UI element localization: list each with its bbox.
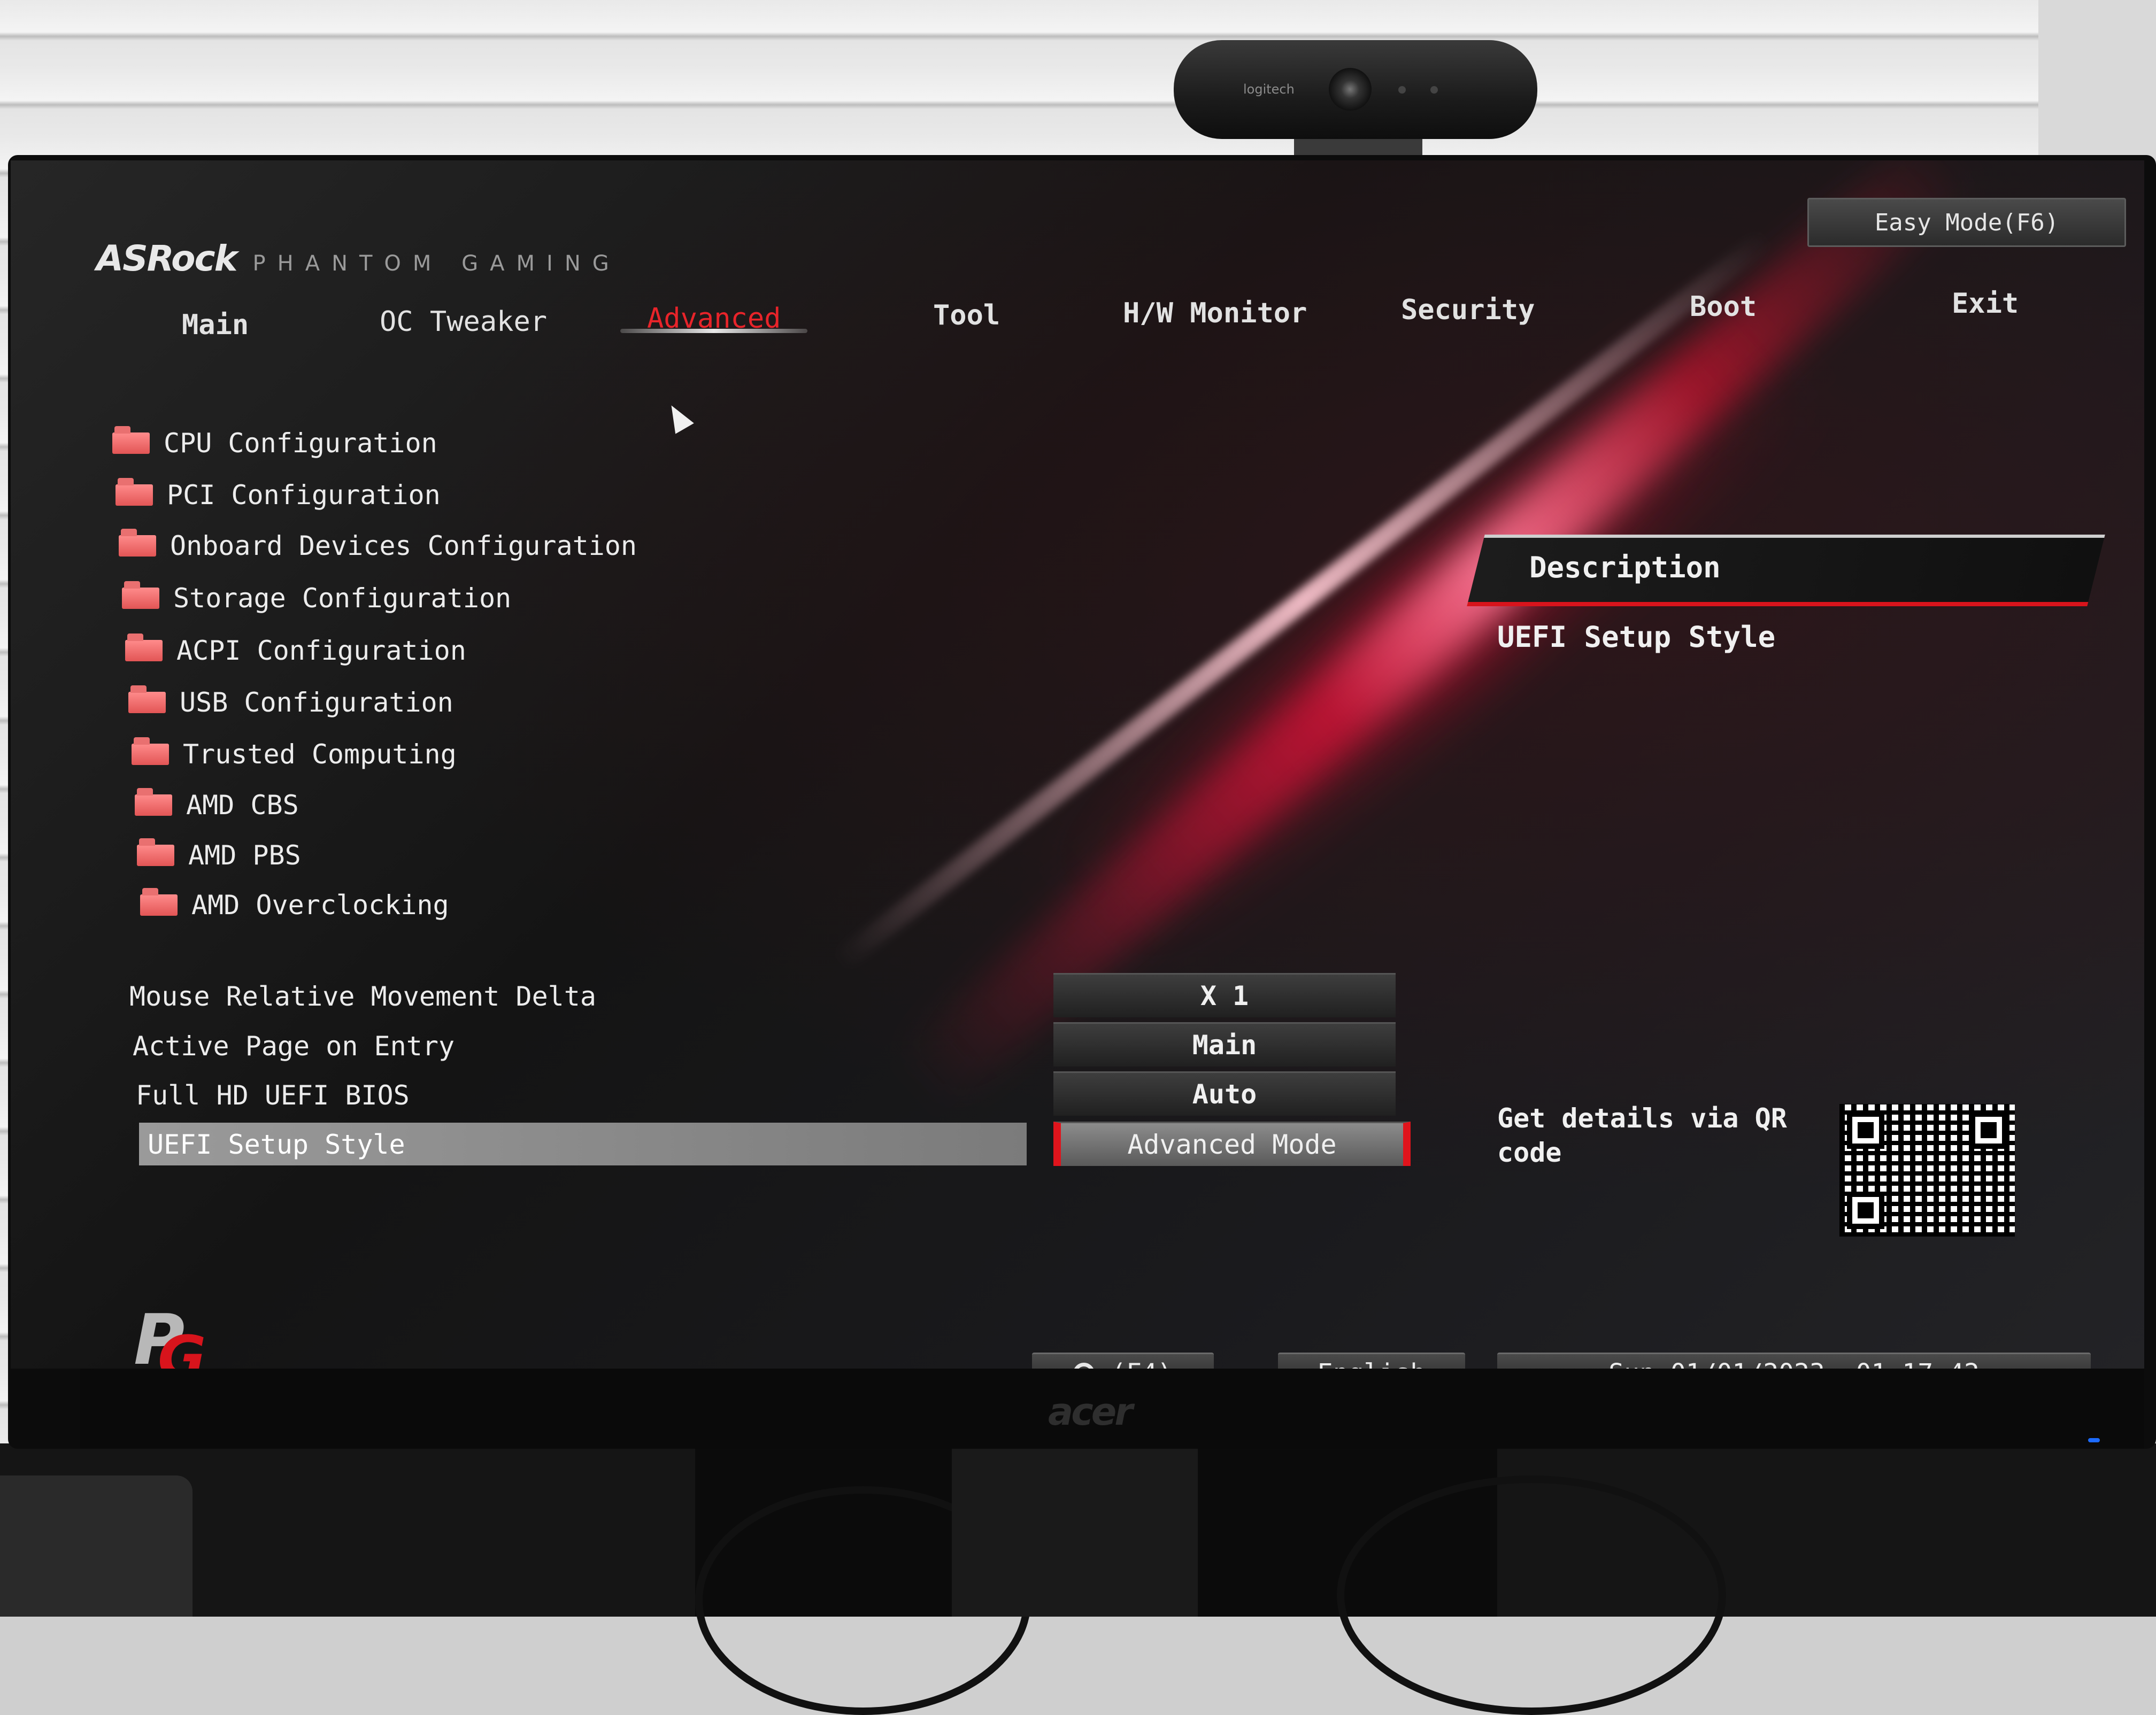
active-tab-indicator: [620, 329, 807, 333]
webcam-lens: [1329, 68, 1372, 111]
search-shortcut-label: (F4): [1111, 1358, 1173, 1369]
desk-device: [0, 1475, 192, 1617]
setting-active-page-on-entry[interactable]: Active Page on Entry: [133, 1031, 455, 1062]
menu-item-pci-configuration[interactable]: PCI Configuration: [116, 478, 441, 511]
qr-code-icon: [1839, 1104, 2015, 1237]
tab-bar: Main OC Tweaker Advanced Tool H/W Monito…: [11, 267, 2144, 341]
menu-item-usb-configuration[interactable]: USB Configuration: [128, 685, 453, 718]
mouse-cursor-icon: [662, 400, 694, 434]
value-full-hd-uefi-bios[interactable]: Auto: [1053, 1071, 1396, 1116]
menu-item-label: PCI Configuration: [167, 480, 441, 511]
menu-item-label: AMD Overclocking: [191, 890, 449, 921]
tab-exit[interactable]: Exit: [1952, 288, 2019, 320]
monitor-brand-logo: acer: [1048, 1390, 1133, 1434]
search-icon: [1073, 1363, 1095, 1369]
setting-uefi-setup-style-row[interactable]: UEFI Setup Style: [139, 1123, 1027, 1165]
menu-item-label: Storage Configuration: [173, 583, 512, 614]
folder-icon: [119, 529, 156, 557]
folder-icon: [137, 838, 174, 866]
setting-mouse-relative-movement-delta[interactable]: Mouse Relative Movement Delta: [129, 981, 596, 1012]
folder-icon: [116, 478, 153, 506]
menu-item-acpi-configuration[interactable]: ACPI Configuration: [125, 634, 466, 666]
tab-main[interactable]: Main: [182, 309, 249, 341]
value-uefi-setup-style[interactable]: Advanced Mode: [1053, 1122, 1411, 1166]
folder-icon: [122, 581, 159, 609]
tab-oc-tweaker[interactable]: OC Tweaker: [380, 306, 547, 338]
tab-boot[interactable]: Boot: [1690, 291, 1757, 323]
menu-item-label: ACPI Configuration: [176, 635, 466, 666]
folder-icon: [112, 426, 150, 454]
value-active-page-on-entry[interactable]: Main: [1053, 1022, 1396, 1067]
qr-caption: Get details via QR code: [1497, 1103, 1787, 1168]
menu-item-trusted-computing[interactable]: Trusted Computing: [132, 737, 457, 770]
tab-security[interactable]: Security: [1401, 294, 1535, 326]
folder-icon: [128, 685, 166, 713]
menu-item-storage-configuration[interactable]: Storage Configuration: [122, 581, 512, 614]
cable: [1337, 1475, 1726, 1715]
power-led: [2088, 1438, 2100, 1442]
webcam: logitech: [1174, 40, 1537, 139]
setting-uefi-setup-style: UEFI Setup Style: [148, 1129, 405, 1160]
datetime-display: Sun 01/01/2023, 01:17:42: [1497, 1353, 2091, 1369]
qr-finder: [1970, 1111, 2007, 1149]
qr-finder: [1847, 1111, 1884, 1149]
qr-finder: [1847, 1192, 1884, 1229]
menu-item-label: Trusted Computing: [183, 739, 457, 770]
folder-icon: [140, 888, 178, 916]
setting-full-hd-uefi-bios[interactable]: Full HD UEFI BIOS: [136, 1080, 410, 1111]
easy-mode-button[interactable]: Easy Mode(F6): [1807, 198, 2126, 247]
description-title: Description: [1529, 551, 1721, 584]
webcam-led: [1398, 86, 1406, 94]
webcam-brand: logitech: [1243, 82, 1295, 97]
search-button[interactable]: (F4): [1032, 1353, 1214, 1369]
menu-item-onboard-devices-configuration[interactable]: Onboard Devices Configuration: [119, 529, 637, 561]
description-text: UEFI Setup Style: [1497, 620, 1776, 654]
folder-icon: [135, 788, 172, 816]
phantom-gaming-emblem-accent: G: [158, 1323, 206, 1369]
webcam-mic: [1430, 86, 1438, 94]
menu-item-cpu-configuration[interactable]: CPU Configuration: [112, 426, 437, 459]
menu-item-amd-overclocking[interactable]: AMD Overclocking: [140, 888, 449, 921]
menu-item-label: USB Configuration: [180, 687, 453, 718]
menu-item-label: AMD PBS: [188, 840, 301, 871]
menu-item-amd-cbs[interactable]: AMD CBS: [135, 788, 299, 821]
tab-tool[interactable]: Tool: [933, 299, 1000, 331]
bios-screen: ASRock PHANTOM GAMING Easy Mode(F6) Main…: [11, 160, 2144, 1369]
folder-icon: [132, 737, 169, 765]
menu-item-label: AMD CBS: [186, 790, 299, 821]
folder-icon: [125, 634, 163, 661]
language-button[interactable]: English: [1278, 1353, 1465, 1369]
value-mouse-relative-movement-delta[interactable]: X 1: [1053, 973, 1396, 1017]
menu-item-amd-pbs[interactable]: AMD PBS: [137, 838, 301, 871]
menu-item-label: Onboard Devices Configuration: [170, 530, 637, 561]
menu-item-label: CPU Configuration: [164, 428, 437, 459]
tab-hw-monitor[interactable]: H/W Monitor: [1123, 297, 1307, 329]
